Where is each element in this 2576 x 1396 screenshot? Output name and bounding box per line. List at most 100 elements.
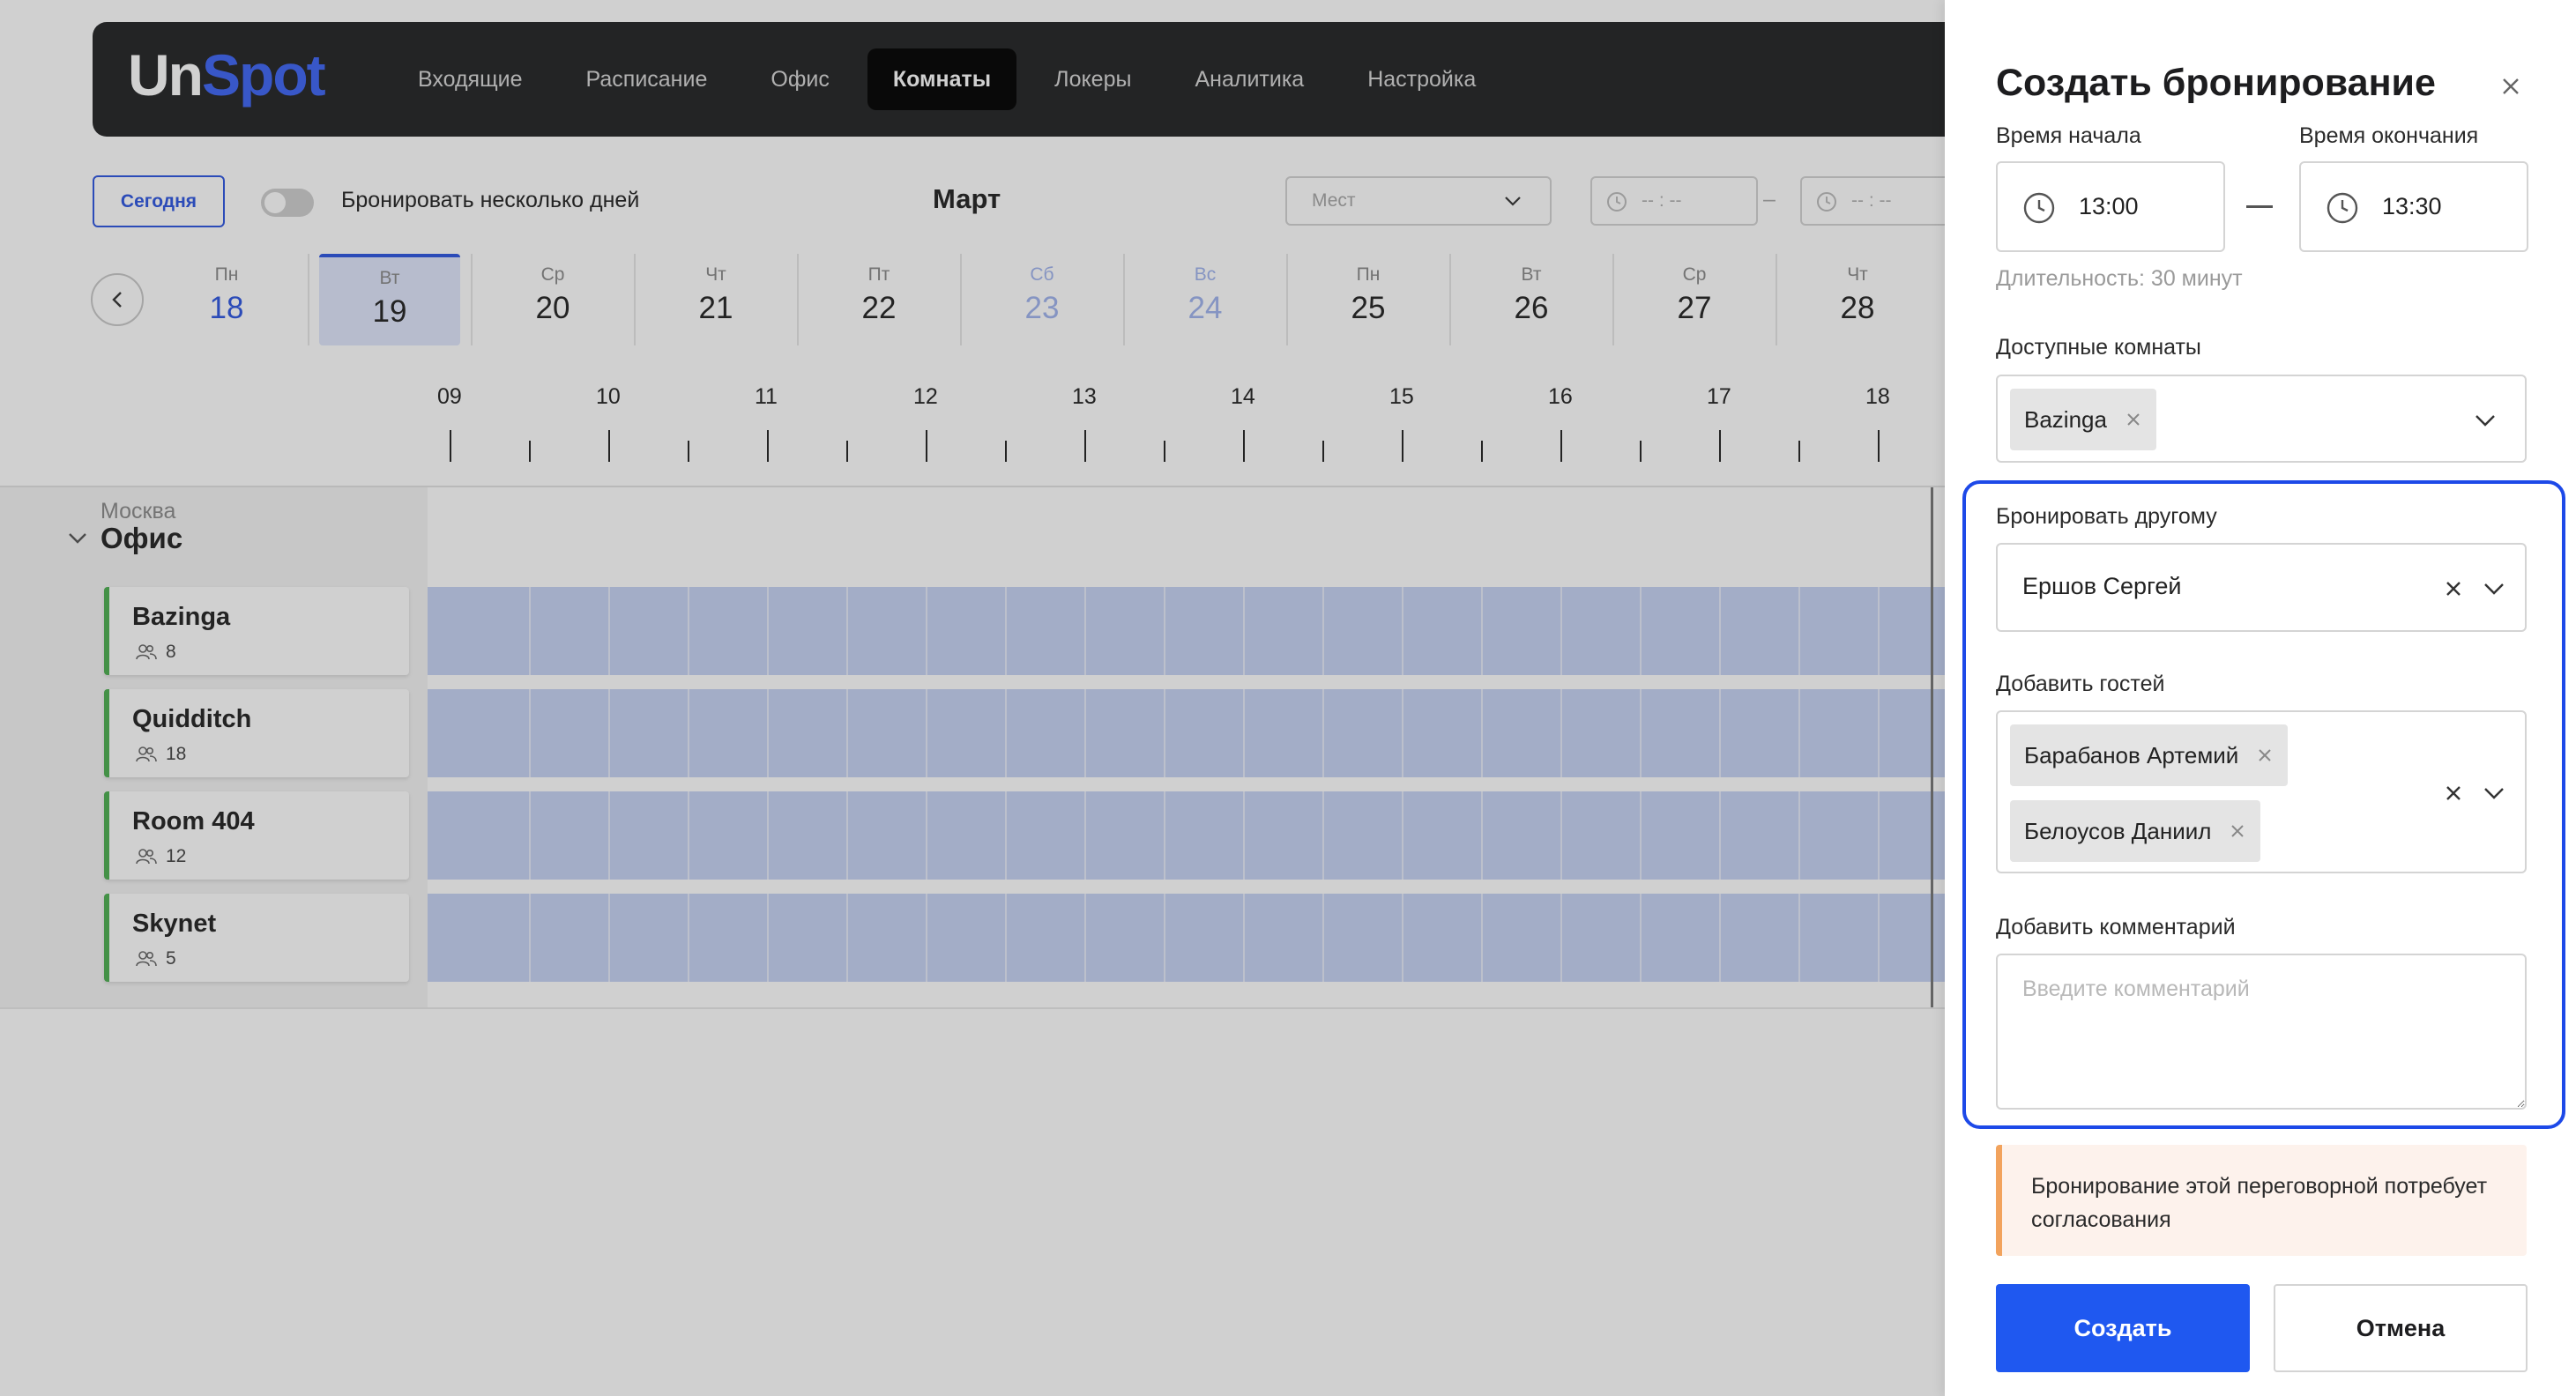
multi-day-toggle[interactable] xyxy=(261,189,314,217)
slot-divider xyxy=(1005,587,1007,675)
half-hour-tick xyxy=(1481,441,1483,462)
book-for-select[interactable]: Ершов Сергей xyxy=(1996,543,2527,632)
room-timeline-row[interactable] xyxy=(428,791,1945,880)
half-hour-tick xyxy=(688,441,689,462)
end-time-field[interactable]: 13:30 xyxy=(2299,161,2528,252)
clear-icon[interactable] xyxy=(2444,783,2463,803)
guest-chip: Белоусов Даниил xyxy=(2010,800,2261,862)
slot-divider xyxy=(1243,689,1245,777)
slot-divider xyxy=(767,587,769,675)
slot-divider xyxy=(846,689,848,777)
slot-divider xyxy=(1164,689,1165,777)
hour-tick xyxy=(1719,430,1721,462)
room-card[interactable]: Room 404 12 xyxy=(104,791,409,880)
slot-divider xyxy=(1798,689,1800,777)
day-cell[interactable]: Чт 21 xyxy=(645,254,786,345)
available-rooms-label: Доступные комнаты xyxy=(1996,335,2201,360)
clear-icon[interactable] xyxy=(2444,579,2463,598)
hour-label: 16 xyxy=(1548,384,1573,409)
seats-placeholder: Мест xyxy=(1312,190,1356,211)
day-cell[interactable]: Ср 20 xyxy=(482,254,623,345)
weekday-label: Сб xyxy=(1030,264,1054,285)
hour-label: 09 xyxy=(437,384,462,409)
room-card[interactable]: Skynet 5 xyxy=(104,894,409,982)
close-icon[interactable] xyxy=(2495,71,2527,102)
time-to-filter[interactable]: -- : -- xyxy=(1800,176,1950,226)
slot-divider xyxy=(1481,894,1483,982)
room-card[interactable]: Bazinga 8 xyxy=(104,587,409,675)
nav-item[interactable]: Настройка xyxy=(1342,48,1501,110)
remove-icon[interactable] xyxy=(2229,822,2246,840)
day-number: 21 xyxy=(698,291,733,325)
nav-item[interactable]: Аналитика xyxy=(1169,48,1329,110)
day-number: 22 xyxy=(861,291,897,325)
slot-divider xyxy=(926,894,927,982)
day-number: 25 xyxy=(1351,291,1386,325)
guests-select[interactable]: Барабанов Артемий Белоусов Даниил xyxy=(1996,710,2527,873)
slot-divider xyxy=(1481,587,1483,675)
unspot-logo[interactable]: UnSpot xyxy=(128,41,326,108)
room-timeline-row[interactable] xyxy=(428,894,1945,982)
chevron-down-icon[interactable] xyxy=(67,531,88,546)
remove-icon[interactable] xyxy=(2256,746,2274,764)
today-button[interactable]: Сегодня xyxy=(93,175,225,227)
slot-divider xyxy=(1322,587,1324,675)
start-time-label: Время начала xyxy=(1996,123,2141,148)
day-cell[interactable]: Пн 18 xyxy=(156,254,297,345)
room-capacity-value: 8 xyxy=(166,642,176,662)
day-number: 24 xyxy=(1187,291,1223,325)
day-cell[interactable]: Вт 26 xyxy=(1461,254,1602,345)
slot-divider xyxy=(1719,689,1721,777)
create-button[interactable]: Создать xyxy=(1996,1284,2250,1372)
day-cell[interactable]: Вс 24 xyxy=(1135,254,1276,345)
office-title[interactable]: Офис xyxy=(101,522,182,555)
book-for-value: Ершов Сергей xyxy=(2022,573,2182,599)
nav-item[interactable]: Расписание xyxy=(561,48,733,110)
day-cell[interactable]: Сб 23 xyxy=(972,254,1113,345)
slot-divider xyxy=(688,689,689,777)
hour-label: 12 xyxy=(913,384,938,409)
half-hour-tick xyxy=(1640,441,1642,462)
prev-week-button[interactable] xyxy=(91,273,144,326)
day-cell[interactable]: Пт 22 xyxy=(808,254,949,345)
half-hour-tick xyxy=(1164,441,1165,462)
clock-icon xyxy=(1607,192,1627,212)
day-separator xyxy=(471,254,473,345)
slot-divider xyxy=(1005,689,1007,777)
nav-item[interactable]: Комнаты xyxy=(867,48,1017,110)
slot-divider xyxy=(1560,689,1562,777)
day-number: 26 xyxy=(1514,291,1549,325)
slot-divider xyxy=(1243,791,1245,880)
room-card[interactable]: Quidditch 18 xyxy=(104,689,409,777)
time-from-filter[interactable]: -- : -- xyxy=(1590,176,1758,226)
room-chip: Bazinga xyxy=(2010,389,2156,450)
day-cell[interactable]: Ср 27 xyxy=(1624,254,1765,345)
nav-item[interactable]: Офис xyxy=(745,48,854,110)
slot-divider xyxy=(688,791,689,880)
cancel-button[interactable]: Отмена xyxy=(2274,1284,2528,1372)
day-cell[interactable]: Чт 28 xyxy=(1787,254,1928,345)
remove-icon[interactable] xyxy=(2125,411,2142,428)
nav-item[interactable]: Входящие xyxy=(392,48,548,110)
room-timeline-row[interactable] xyxy=(428,689,1945,777)
rooms-select[interactable]: Bazinga xyxy=(1996,375,2527,463)
hour-label: 17 xyxy=(1707,384,1731,409)
comment-textarea[interactable] xyxy=(1996,954,2527,1110)
room-capacity: 18 xyxy=(136,744,186,765)
comment-label: Добавить комментарий xyxy=(1996,915,2236,939)
slot-divider xyxy=(1481,689,1483,777)
room-name: Room 404 xyxy=(132,807,255,835)
start-time-field[interactable]: 13:00 xyxy=(1996,161,2225,252)
nav-item[interactable]: Локеры xyxy=(1029,48,1157,110)
slot-divider xyxy=(1402,587,1403,675)
room-timeline-row[interactable] xyxy=(428,587,1945,675)
day-cell[interactable]: Вт 19 xyxy=(319,254,460,345)
slot-divider xyxy=(1164,791,1165,880)
slot-divider xyxy=(1798,791,1800,880)
weekday-label: Ср xyxy=(1682,264,1707,285)
hour-tick xyxy=(1243,430,1245,462)
seats-select[interactable]: Мест xyxy=(1285,176,1552,226)
city-label: Москва xyxy=(101,499,176,524)
weekday-label: Пн xyxy=(1356,264,1381,285)
day-cell[interactable]: Пн 25 xyxy=(1298,254,1439,345)
